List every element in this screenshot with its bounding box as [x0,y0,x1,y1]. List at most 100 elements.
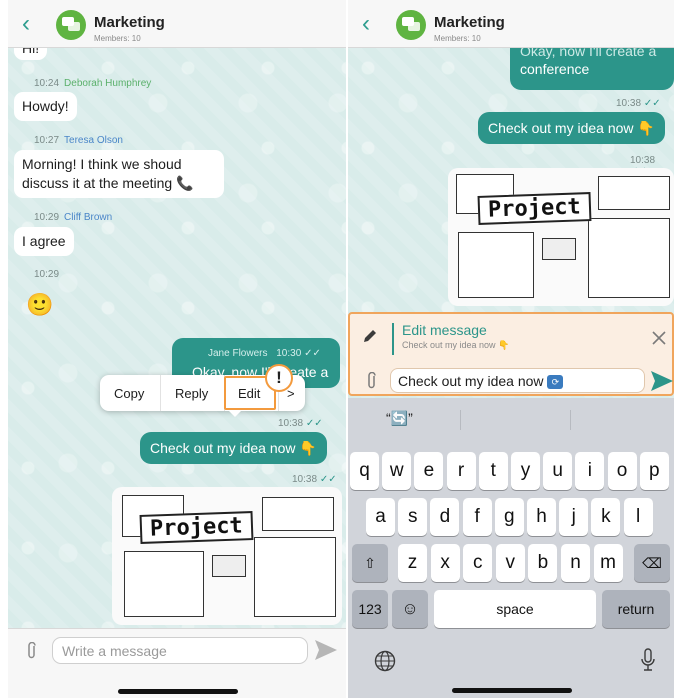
key-k[interactable]: k [591,498,621,536]
suggestion-item[interactable]: “🔄” [386,410,413,427]
message-text: discuss it at the meeting 📞 [22,175,194,191]
key-r[interactable]: r [446,452,476,490]
home-indicator [118,689,238,694]
suggestion-bar: “🔄” [348,398,674,440]
own-message-bubble[interactable]: Check out my idea now 👇 [140,432,327,464]
key-g[interactable]: g [494,498,524,536]
message-author[interactable]: Deborah Humphrey [64,78,151,89]
message-text: Morning! I think we shoud [22,156,182,172]
home-indicator [452,688,572,693]
message-time: 10:27 [34,135,60,146]
message-time: 10:38 [616,98,642,109]
message-bubble[interactable]: Morning! I think we shoud discuss it at … [14,150,224,198]
key-c[interactable]: c [463,544,493,582]
sketch-arrow [212,555,246,577]
key-u[interactable]: u [543,452,573,490]
chat-header: ‹ Marketing Members: 10 [348,0,674,48]
send-icon[interactable] [650,370,674,392]
send-icon[interactable] [314,639,338,661]
paperclip-icon[interactable] [366,372,378,390]
message-meta: 10:29 Cliff Brown [34,212,112,223]
edit-message-input[interactable]: Check out my idea now ⟳ [390,368,645,393]
key-j[interactable]: j [559,498,589,536]
key-m[interactable]: m [593,544,623,582]
backspace-key[interactable]: ⌫ [634,544,670,582]
emoji-message[interactable]: 🙂 [26,292,53,318]
edit-message-panel: Edit message Check out my idea now 👇 Che… [348,312,674,396]
message-meta: 10:38 ✓✓ [616,98,661,109]
message-author[interactable]: Teresa Olson [64,135,123,146]
microphone-icon[interactable] [640,648,656,672]
context-menu-pointer [228,410,242,417]
chat-bubbles-icon [62,17,80,31]
message-meta: 10:24 Deborah Humphrey [34,78,151,89]
composer-bar: Write a message [8,628,346,698]
double-check-icon: ✓✓ [305,418,323,429]
key-f[interactable]: f [462,498,492,536]
shift-key[interactable]: ⇧ [352,544,388,582]
attention-badge: ! [265,364,293,392]
sketch-panel [458,232,534,298]
group-avatar[interactable] [396,10,426,40]
key-a[interactable]: a [366,498,395,536]
onscreen-keyboard: “🔄” qwertyuiop asdfghjkl zxcvbnm ⇧ ⌫ 123… [348,398,674,698]
back-chevron-icon[interactable]: ‹ [362,12,378,36]
refresh-emoji-icon: ⟳ [547,375,564,390]
key-w[interactable]: w [382,452,412,490]
paperclip-icon[interactable] [26,642,38,660]
menu-item-edit[interactable]: Edit [238,386,260,401]
sketch-arrow [542,238,576,260]
chat-title[interactable]: Marketing [94,14,165,31]
suggestion-divider [570,410,571,430]
pencil-icon [364,330,376,342]
key-l[interactable]: l [623,498,653,536]
message-meta: 10:27 Teresa Olson [34,135,123,146]
image-message[interactable]: Project [448,168,674,306]
key-p[interactable]: p [639,452,669,490]
key-b[interactable]: b [528,544,558,582]
message-text: Check out my idea now 👇 [488,120,655,136]
image-message[interactable]: Project [112,487,342,625]
key-n[interactable]: n [561,544,590,582]
key-h[interactable]: h [527,498,556,536]
key-q[interactable]: q [350,452,379,490]
sketch-panel [124,551,204,617]
message-author[interactable]: Cliff Brown [64,212,112,223]
group-avatar[interactable] [56,10,86,40]
numbers-key[interactable]: 123 [352,590,388,628]
key-s[interactable]: s [398,498,428,536]
return-key[interactable]: return [602,590,670,628]
message-meta: Jane Flowers 10:30 ✓✓ [182,345,330,363]
chat-bubbles-icon [402,17,420,31]
back-chevron-icon[interactable]: ‹ [22,12,38,36]
message-bubble[interactable]: Howdy! [14,92,77,121]
chat-screen-left: ‹ Marketing Members: 10 Hi! 10:24 Deborah… [8,0,346,698]
key-y[interactable]: y [511,452,540,490]
chat-title[interactable]: Marketing [434,14,505,31]
key-o[interactable]: o [607,452,637,490]
menu-item-copy[interactable]: Copy [114,386,144,401]
own-message-bubble[interactable]: Check out my idea now 👇 [478,112,665,144]
key-d[interactable]: d [430,498,460,536]
message-text: Howdy! [22,98,69,114]
message-time: 10:38 [278,418,304,429]
message-time: 10:29 [34,269,60,280]
message-time: 10:38 [292,474,318,485]
message-time: 10:38 [630,155,656,166]
key-i[interactable]: i [575,452,605,490]
close-icon[interactable] [652,331,666,345]
globe-icon[interactable] [374,650,396,672]
space-key[interactable]: space [434,590,596,628]
key-v[interactable]: v [495,544,525,582]
key-e[interactable]: e [414,452,444,490]
emoji-key[interactable]: ☺ [392,590,428,628]
key-x[interactable]: x [430,544,460,582]
message-bubble[interactable]: I agree [14,227,74,256]
sketch-panel [598,176,670,210]
message-time: 10:29 [34,212,60,223]
message-input[interactable]: Write a message [52,637,308,664]
message-author: Jane Flowers [208,348,268,359]
menu-item-reply[interactable]: Reply [175,386,208,401]
key-z[interactable]: z [398,544,427,582]
key-t[interactable]: t [478,452,508,490]
